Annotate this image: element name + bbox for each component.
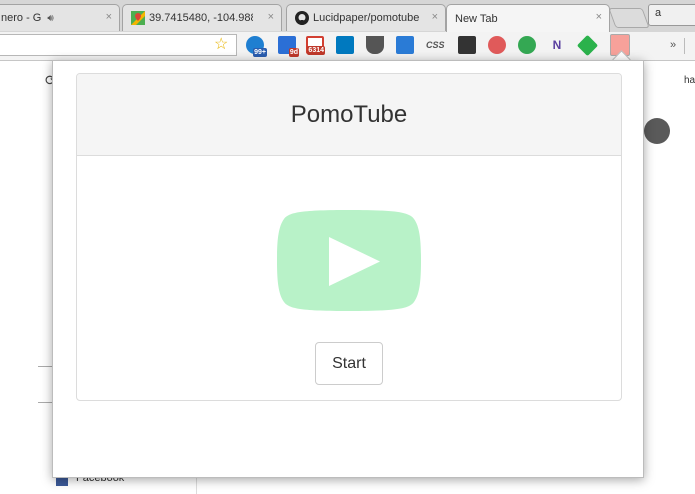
badge: 6314 — [307, 46, 325, 55]
close-icon[interactable]: × — [432, 11, 438, 23]
close-icon[interactable]: × — [596, 11, 602, 23]
tab-maps[interactable]: 39.7415480, -104.988 × — [122, 4, 282, 31]
hangouts-ext-icon[interactable] — [518, 36, 536, 54]
close-icon[interactable]: × — [106, 11, 112, 23]
tab-label: nero - G — [1, 12, 42, 24]
red-ext-icon[interactable] — [488, 36, 506, 54]
close-icon[interactable]: × — [268, 11, 274, 23]
page-text: har — [684, 75, 695, 86]
github-icon — [295, 11, 309, 25]
tab-new-tab[interactable]: New Tab × — [446, 4, 610, 32]
gmail-ext-icon[interactable]: 6314 — [306, 36, 325, 55]
address-bar[interactable] — [0, 34, 237, 56]
pocket-ext-icon[interactable] — [366, 36, 384, 54]
divider — [684, 38, 685, 54]
new-tab-button[interactable] — [608, 8, 650, 28]
divider — [38, 402, 52, 403]
extension-popup: PomoTube Start — [52, 60, 644, 478]
profile-button[interactable]: a — [648, 4, 695, 26]
play-icon[interactable] — [277, 210, 421, 311]
feedly-ext-icon[interactable] — [576, 34, 599, 57]
speaker-icon[interactable]: 🔊︎ — [47, 13, 53, 24]
divider — [38, 366, 52, 367]
tab-label: Lucidpaper/pomotube — [313, 12, 420, 24]
avatar — [644, 118, 670, 144]
tab-strip: nero - G 🔊︎ × 39.7415480, -104.988 × Luc… — [0, 0, 695, 33]
pause-ext-icon[interactable] — [458, 36, 476, 54]
badge: 99+ — [253, 48, 267, 57]
badge: 9d — [288, 48, 299, 57]
tab-label: New Tab — [455, 12, 498, 25]
skype-ext-icon[interactable]: 99+ — [246, 36, 267, 57]
page-title: PomoTube — [290, 100, 408, 128]
panel-heading: PomoTube — [77, 74, 621, 156]
overflow-chevron-icon[interactable]: » — [670, 39, 676, 51]
bookmark-star-icon[interactable]: ☆ — [214, 34, 228, 54]
window-ext-icon[interactable] — [396, 36, 414, 54]
pomotube-panel: PomoTube Start — [76, 73, 622, 401]
tab-github[interactable]: Lucidpaper/pomotube × — [286, 4, 446, 31]
start-button[interactable]: Start — [315, 342, 383, 385]
stack-ext-icon[interactable]: 9d — [278, 36, 299, 57]
tab-music[interactable]: nero - G 🔊︎ × — [0, 4, 120, 31]
css-ext-icon[interactable]: CSS — [426, 36, 445, 54]
toolbar: ☆ 99+ 9d 6314 CSS N » — [0, 32, 695, 61]
n-ext-icon[interactable]: N — [548, 36, 566, 54]
maps-icon — [131, 11, 145, 25]
tab-label: 39.7415480, -104.988 — [149, 12, 253, 24]
trello-ext-icon[interactable] — [336, 36, 354, 54]
